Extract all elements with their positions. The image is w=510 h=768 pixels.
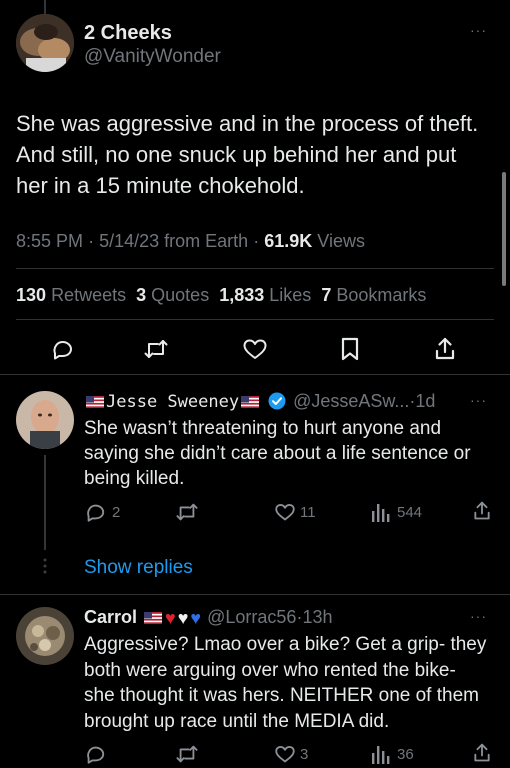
main-tweet-line: her in a 15 minute chokehold. (16, 173, 305, 198)
reply-like-count: 11 (300, 504, 316, 521)
reply-more-button[interactable]: ··· (470, 608, 487, 624)
retweets-stat[interactable]: 130 Retweets (16, 285, 126, 305)
meta-separator: · (88, 231, 95, 251)
reply-text: She wasn’t threatening to hurt anyone an… (84, 416, 471, 491)
reply-like-icon[interactable] (274, 744, 296, 764)
reply-more-button[interactable]: ··· (470, 392, 487, 408)
retweets-label: Retweets (51, 285, 127, 305)
main-author-handle[interactable]: @VanityWonder (84, 46, 221, 68)
reply-author-name: Jesse Sweeney (106, 392, 240, 412)
show-replies-link[interactable]: Show replies (84, 557, 193, 579)
us-flag-icon (241, 396, 260, 408)
avatar-image (16, 607, 74, 665)
reply-line: she thought it was hers. NEITHER one of … (84, 685, 479, 706)
likes-stat[interactable]: 1,833 Likes (219, 285, 311, 305)
bookmarks-label: Bookmarks (336, 285, 427, 305)
avatar-image (16, 391, 74, 449)
reply-handle[interactable]: @JesseASw... (293, 391, 409, 411)
thread-dots-icon (43, 558, 47, 579)
reply-view-count: 36 (397, 746, 414, 763)
divider (16, 268, 494, 269)
reply-retweet-icon[interactable] (175, 501, 199, 523)
scrollbar[interactable] (502, 172, 506, 286)
verified-badge-icon (268, 392, 286, 410)
views-count: 61.9K (264, 231, 313, 251)
meta-separator: · (253, 231, 260, 251)
tweet-time[interactable]: 8:55 PM (16, 231, 83, 251)
main-tweet-stats: 130 Retweets 3 Quotes 1,833 Likes 7 Book… (16, 285, 426, 306)
avatar-reply-carrol[interactable] (16, 607, 74, 665)
blue-heart-icon: ♥ (190, 608, 202, 628)
divider (0, 594, 510, 595)
quotes-label: Quotes (151, 285, 210, 305)
divider (0, 374, 510, 375)
reply-header: Jesse Sweeney @JesseASw...·1d (84, 391, 435, 412)
reply-age[interactable]: 13h (302, 607, 332, 627)
reply-views-icon[interactable] (371, 501, 391, 523)
tweet-source: from Earth (164, 231, 249, 251)
reply-view-count: 544 (397, 504, 423, 521)
reply-retweet-icon[interactable] (175, 743, 199, 765)
reply-reply-count: 2 (112, 504, 121, 521)
reply-line: both were arguing over who rented the bi… (84, 659, 456, 681)
views-label: Views (317, 231, 365, 251)
main-tweet-line: She was aggressive and in the process of… (16, 111, 479, 136)
thread-line-top (44, 0, 46, 14)
us-flag-icon (144, 612, 163, 624)
likes-count: 1,833 (219, 285, 265, 305)
reply-line: brought up race until the MEDIA did. (84, 710, 390, 732)
like-icon[interactable] (242, 337, 268, 361)
retweets-count: 130 (16, 285, 47, 305)
reply-author[interactable]: Carrol ♥ ♥ ♥ (84, 607, 202, 627)
reply-line: Aggressive? Lmao over a bike? Get a grip… (84, 634, 487, 655)
avatar-image (16, 14, 74, 72)
thread-line-reply (44, 455, 46, 550)
avatar-main-author[interactable] (16, 14, 74, 72)
reply-text: Aggressive? Lmao over a bike? Get a grip… (84, 632, 486, 734)
bookmarks-stat[interactable]: 7 Bookmarks (321, 285, 426, 305)
reply-views-icon[interactable] (371, 743, 391, 765)
reply-line: She wasn’t threatening to hurt anyone an… (84, 418, 442, 439)
bookmarks-count: 7 (321, 285, 332, 305)
reply-share-icon[interactable] (472, 742, 492, 764)
main-more-button[interactable]: ··· (470, 22, 487, 38)
red-heart-icon: ♥ (165, 608, 176, 628)
reply-handle[interactable]: @Lorrac56 (207, 607, 296, 627)
reply-reply-icon[interactable] (84, 743, 106, 765)
reply-like-icon[interactable] (274, 502, 296, 522)
quotes-stat[interactable]: 3 Quotes (136, 285, 209, 305)
reply-author[interactable]: Jesse Sweeney (84, 391, 266, 412)
reply-author-name: Carrol (84, 607, 138, 627)
reply-header: Carrol ♥ ♥ ♥ @Lorrac56·13h (84, 607, 332, 628)
tweet-date[interactable]: 5/14/23 (99, 231, 159, 251)
retweet-icon[interactable] (143, 337, 169, 361)
main-tweet-text: She was aggressive and in the process of… (16, 108, 478, 201)
bookmark-icon[interactable] (339, 336, 361, 362)
reply-share-icon[interactable] (472, 500, 492, 522)
share-icon[interactable] (433, 336, 457, 362)
divider (16, 319, 494, 320)
avatar-reply-jesse[interactable] (16, 391, 74, 449)
quotes-count: 3 (136, 285, 147, 305)
main-tweet-meta: 8:55 PM · 5/14/23 from Earth · 61.9K Vie… (16, 231, 365, 252)
white-heart-icon: ♥ (177, 608, 189, 628)
reply-line: saying she didn’t care about a life sent… (84, 443, 471, 464)
reply-icon[interactable] (50, 337, 74, 361)
reply-age[interactable]: 1d (415, 391, 435, 411)
main-author-name[interactable]: 2 Cheeks (84, 22, 172, 45)
reply-reply-icon[interactable] (84, 501, 106, 523)
us-flag-icon (86, 396, 104, 408)
main-tweet-line: And still, no one snuck up behind her an… (16, 142, 457, 167)
likes-label: Likes (269, 285, 312, 305)
reply-like-count: 3 (300, 746, 309, 763)
reply-line: being killed. (84, 468, 185, 489)
